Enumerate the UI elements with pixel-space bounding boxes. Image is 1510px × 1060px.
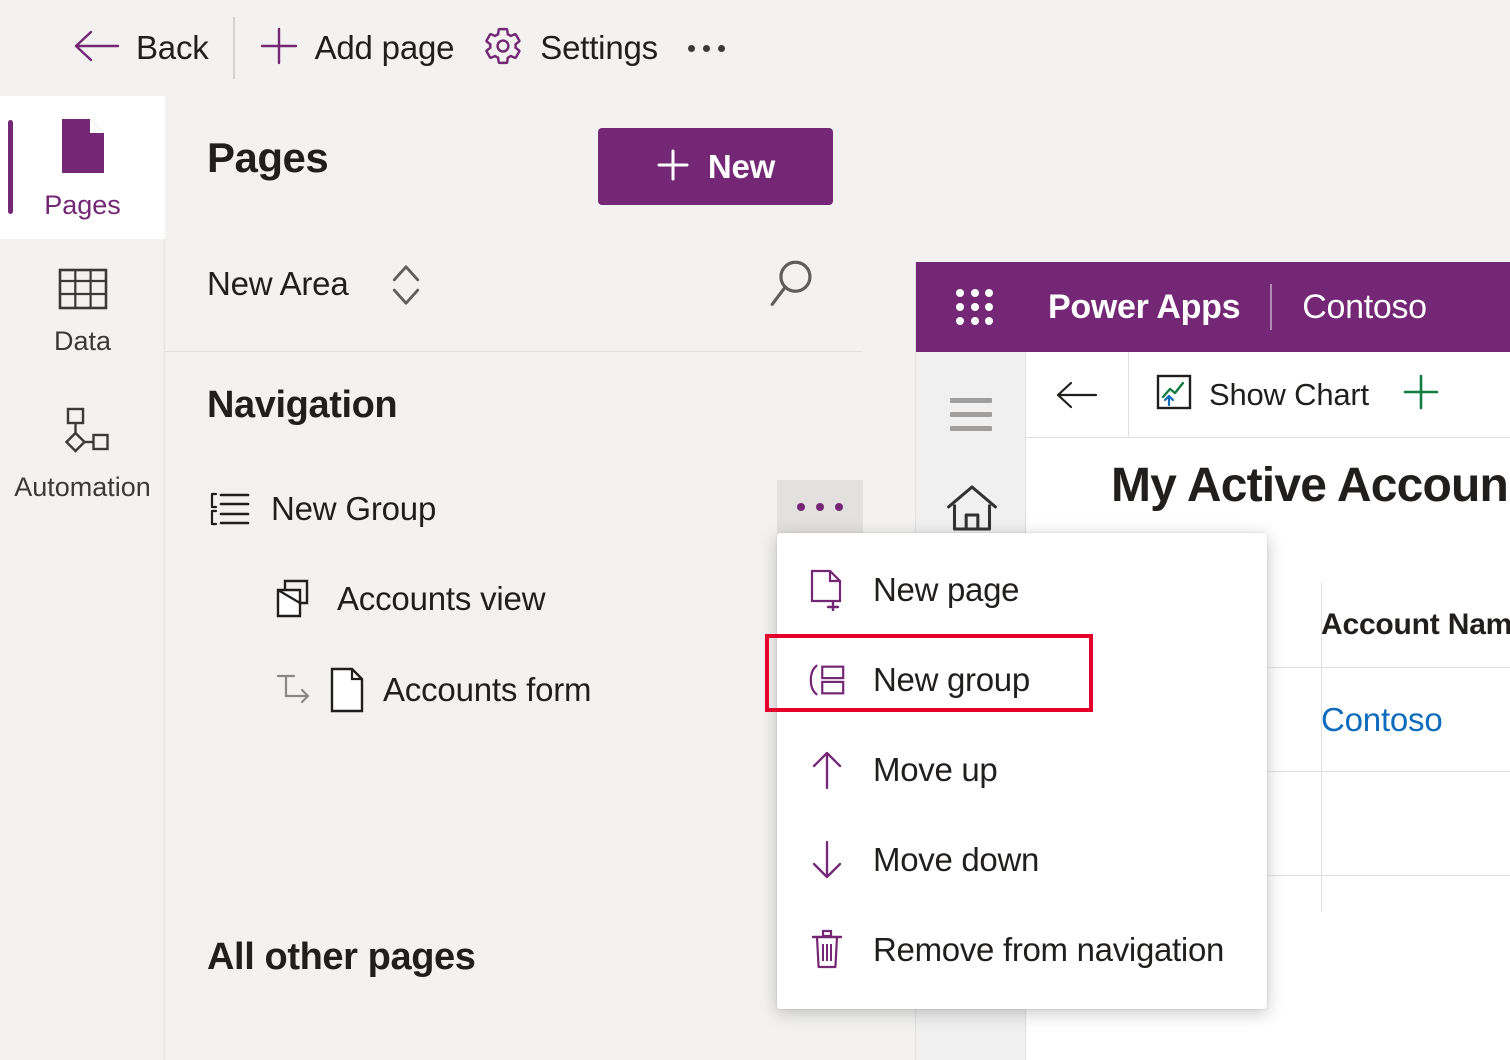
menu-item-move-down-label: Move down (873, 841, 1040, 878)
navigation-section-title: Navigation (207, 384, 398, 426)
back-button[interactable]: Back (60, 17, 223, 79)
back-button-label: Back (136, 29, 209, 66)
nav-tree-item-group-label: New Group (271, 489, 437, 527)
form-page-icon (327, 667, 367, 713)
toolbar-overflow-button[interactable] (672, 18, 741, 78)
nav-tree-item-accounts-view[interactable]: Accounts view (165, 572, 863, 625)
ellipsis-icon (797, 503, 805, 511)
nav-group-context-menu: New page New group Move up Move down Rem… (777, 533, 1267, 1009)
left-icon-rail: Pages Data Automation (0, 96, 165, 1060)
page-icon (58, 117, 108, 180)
account-name-link[interactable]: Contoso (1321, 701, 1443, 739)
view-icon (273, 577, 319, 621)
sidebar-item-data[interactable]: Data (0, 239, 165, 382)
sidebar-item-automation-label: Automation (14, 471, 151, 502)
ellipsis-icon (717, 44, 725, 52)
settings-button[interactable]: Settings (468, 17, 672, 79)
menu-item-move-down[interactable]: Move down (777, 815, 1267, 905)
subtree-connector-icon (273, 670, 319, 710)
plus-icon (259, 26, 299, 71)
search-icon[interactable] (765, 255, 825, 315)
arrow-left-icon (74, 29, 120, 68)
arrow-up-icon (807, 749, 847, 791)
new-page-button-label: New (707, 147, 776, 185)
menu-item-new-group[interactable]: New group (777, 635, 1267, 725)
table-icon (58, 267, 108, 316)
area-selector-row: New Area (165, 241, 863, 352)
settings-label: Settings (540, 29, 658, 66)
menu-item-move-up-label: Move up (873, 751, 998, 788)
menu-item-new-group-label: New group (873, 661, 1030, 698)
trash-icon (807, 928, 847, 972)
add-page-button[interactable]: Add page (245, 17, 469, 79)
flow-icon (55, 407, 111, 462)
app-launcher-icon[interactable] (956, 289, 994, 325)
menu-item-remove-from-navigation[interactable]: Remove from navigation (777, 905, 1267, 995)
sidebar-item-data-label: Data (53, 325, 112, 356)
toolbar-divider (232, 17, 235, 79)
ellipsis-icon (835, 503, 843, 511)
pages-panel: Pages New New Area Navigation New Group … (165, 96, 863, 1060)
menu-item-move-up[interactable]: Move up (777, 725, 1267, 815)
all-other-pages-title: All other pages (207, 936, 476, 978)
plus-icon (1401, 372, 1441, 417)
page-title: Pages (207, 134, 329, 181)
group-list-icon (207, 491, 253, 527)
area-name-label: New Area (207, 265, 349, 302)
show-chart-button[interactable]: Show Chart (1129, 352, 1391, 437)
show-chart-label: Show Chart (1209, 376, 1369, 412)
nav-tree-item-accounts-view-label: Accounts view (337, 579, 546, 617)
home-icon[interactable] (944, 482, 1000, 538)
arrow-down-icon (807, 839, 847, 881)
environment-name: Contoso (1302, 287, 1427, 326)
column-header-account-name: Account Name (1321, 607, 1510, 641)
up-down-chevron-icon[interactable] (385, 259, 427, 311)
pages-panel-header: Pages New (165, 96, 863, 241)
app-back-button[interactable] (1026, 352, 1129, 437)
menu-item-remove-from-navigation-label: Remove from navigation (873, 931, 1225, 968)
ellipsis-icon (687, 44, 695, 52)
app-command-bar: Show Chart (1026, 352, 1510, 438)
new-page-icon (807, 569, 847, 611)
new-record-button[interactable] (1391, 352, 1451, 437)
gear-icon (482, 25, 524, 72)
menu-item-new-page-label: New page (873, 571, 1020, 608)
hamburger-icon[interactable] (950, 398, 992, 431)
sidebar-item-pages-label: Pages (44, 189, 121, 220)
new-group-icon (807, 661, 847, 699)
add-page-label: Add page (314, 29, 455, 66)
top-command-bar: Back Add page Settings (0, 0, 1510, 96)
nav-tree-item-group[interactable]: New Group (165, 482, 863, 535)
power-apps-header: Power Apps Contoso (916, 262, 1510, 352)
ellipsis-icon (816, 503, 824, 511)
power-apps-brand: Power Apps (1048, 287, 1241, 326)
menu-item-new-page[interactable]: New page (777, 545, 1267, 635)
plus-icon (656, 148, 690, 185)
new-page-button[interactable]: New (598, 128, 833, 205)
sidebar-item-automation[interactable]: Automation (0, 382, 165, 525)
nav-tree-item-accounts-form[interactable]: Accounts form (165, 663, 863, 716)
view-title: My Active Accoun (1111, 459, 1509, 512)
header-divider (1270, 284, 1273, 330)
ellipsis-icon (702, 44, 710, 52)
nav-tree-item-accounts-form-label: Accounts form (383, 670, 592, 708)
chart-icon (1155, 373, 1193, 416)
nav-group-more-button[interactable] (777, 480, 863, 534)
sidebar-item-pages[interactable]: Pages (0, 96, 165, 239)
